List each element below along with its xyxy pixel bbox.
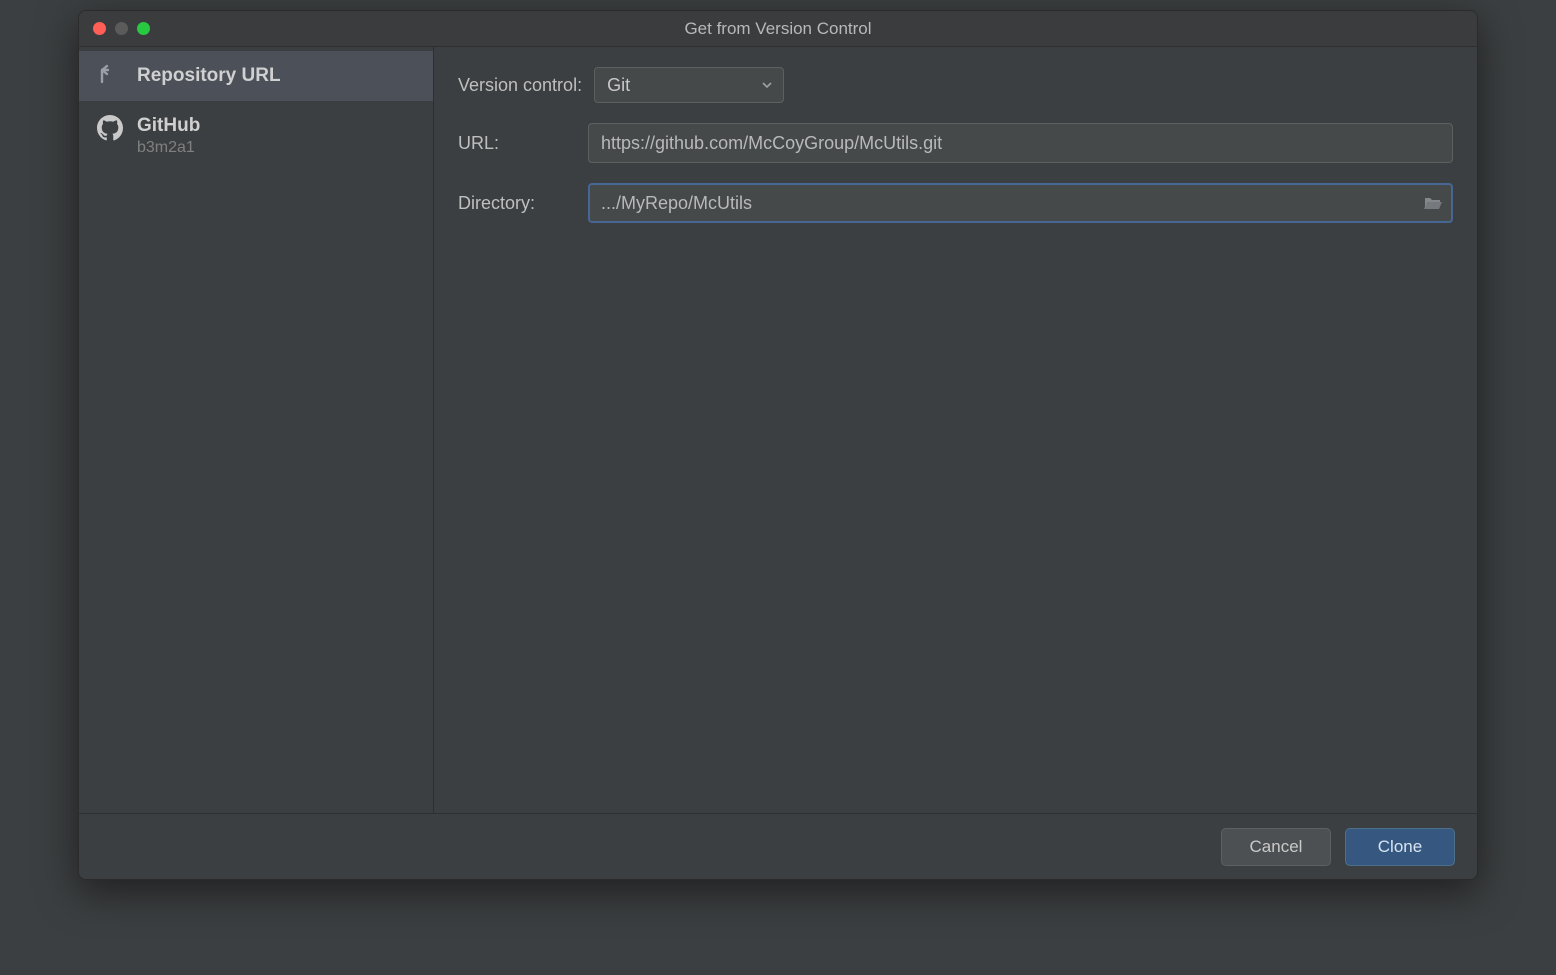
- url-row: URL:: [458, 123, 1453, 163]
- clone-button-label: Clone: [1378, 837, 1422, 857]
- version-control-label: Version control:: [458, 75, 582, 96]
- directory-input[interactable]: [588, 183, 1453, 223]
- url-input[interactable]: [588, 123, 1453, 163]
- sidebar-item-label: Repository URL: [137, 65, 281, 87]
- clone-button[interactable]: Clone: [1345, 828, 1455, 866]
- version-control-row: Version control: Git: [458, 67, 1453, 103]
- github-icon: [97, 115, 123, 141]
- directory-label: Directory:: [458, 193, 588, 214]
- directory-row: Directory:: [458, 183, 1453, 223]
- chevron-down-icon: [761, 75, 773, 96]
- dialog-footer: Cancel Clone: [79, 813, 1477, 879]
- url-input-wrap: [588, 123, 1453, 163]
- sidebar-item-sublabel: b3m2a1: [137, 139, 200, 157]
- zoom-window-button[interactable]: [137, 22, 150, 35]
- vcs-dialog: Get from Version Control Repository URL: [78, 10, 1478, 880]
- directory-input-wrap: [588, 183, 1453, 223]
- dialog-body: Repository URL GitHub b3m2a1 Version con…: [79, 47, 1477, 813]
- url-label: URL:: [458, 133, 588, 154]
- sidebar: Repository URL GitHub b3m2a1: [79, 47, 434, 813]
- sidebar-item-text: GitHub b3m2a1: [137, 115, 200, 157]
- minimize-window-button[interactable]: [115, 22, 128, 35]
- version-control-value: Git: [607, 75, 630, 96]
- titlebar[interactable]: Get from Version Control: [79, 11, 1477, 47]
- sidebar-item-repository-url[interactable]: Repository URL: [79, 51, 433, 101]
- version-control-select[interactable]: Git: [594, 67, 784, 103]
- sidebar-item-github[interactable]: GitHub b3m2a1: [79, 101, 433, 171]
- main-panel: Version control: Git URL: Directory:: [434, 47, 1477, 813]
- sidebar-item-label: GitHub: [137, 115, 200, 136]
- cancel-button-label: Cancel: [1250, 837, 1303, 857]
- repo-url-icon: [97, 63, 123, 89]
- cancel-button[interactable]: Cancel: [1221, 828, 1331, 866]
- folder-open-icon[interactable]: [1423, 195, 1443, 211]
- close-window-button[interactable]: [93, 22, 106, 35]
- window-controls: [79, 22, 150, 35]
- window-title: Get from Version Control: [79, 19, 1477, 39]
